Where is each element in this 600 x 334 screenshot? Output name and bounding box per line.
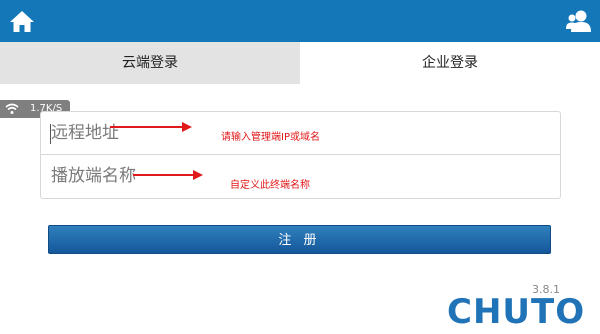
register-button[interactable]: 注 册 <box>48 225 551 254</box>
remote-address-placeholder: 远程地址 <box>51 123 119 143</box>
brand-logo: CHUTO <box>447 292 586 332</box>
red-arrow-icon <box>133 170 203 180</box>
remote-address-hint: 请输入管理端IP或域名 <box>221 132 320 143</box>
tab-cloud-login[interactable]: 云端登录 <box>0 42 300 84</box>
red-arrow-icon <box>110 122 192 132</box>
wifi-icon <box>5 103 19 114</box>
player-name-hint: 自定义此终端名称 <box>230 180 310 191</box>
user-add-icon[interactable] <box>566 9 592 33</box>
home-icon[interactable] <box>9 9 35 33</box>
login-tabs: 云端登录 企业登录 <box>0 42 600 84</box>
player-name-placeholder: 播放端名称 <box>51 166 136 186</box>
tab-enterprise-login[interactable]: 企业登录 <box>300 42 600 84</box>
top-bar <box>0 0 600 42</box>
